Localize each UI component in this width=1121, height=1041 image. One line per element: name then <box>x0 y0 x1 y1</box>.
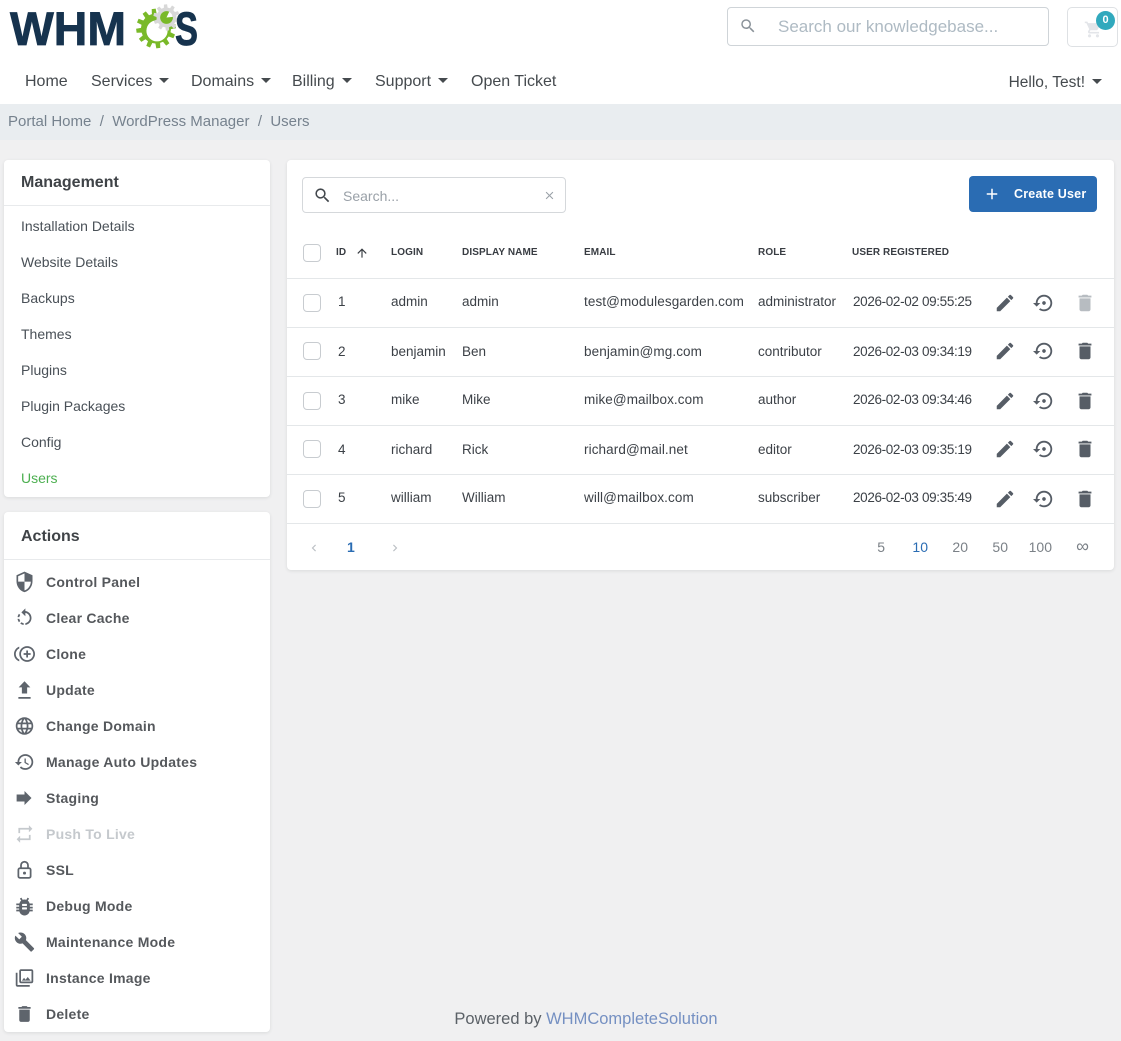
svg-text:WHM: WHM <box>10 2 126 55</box>
svg-text:S: S <box>175 2 198 55</box>
